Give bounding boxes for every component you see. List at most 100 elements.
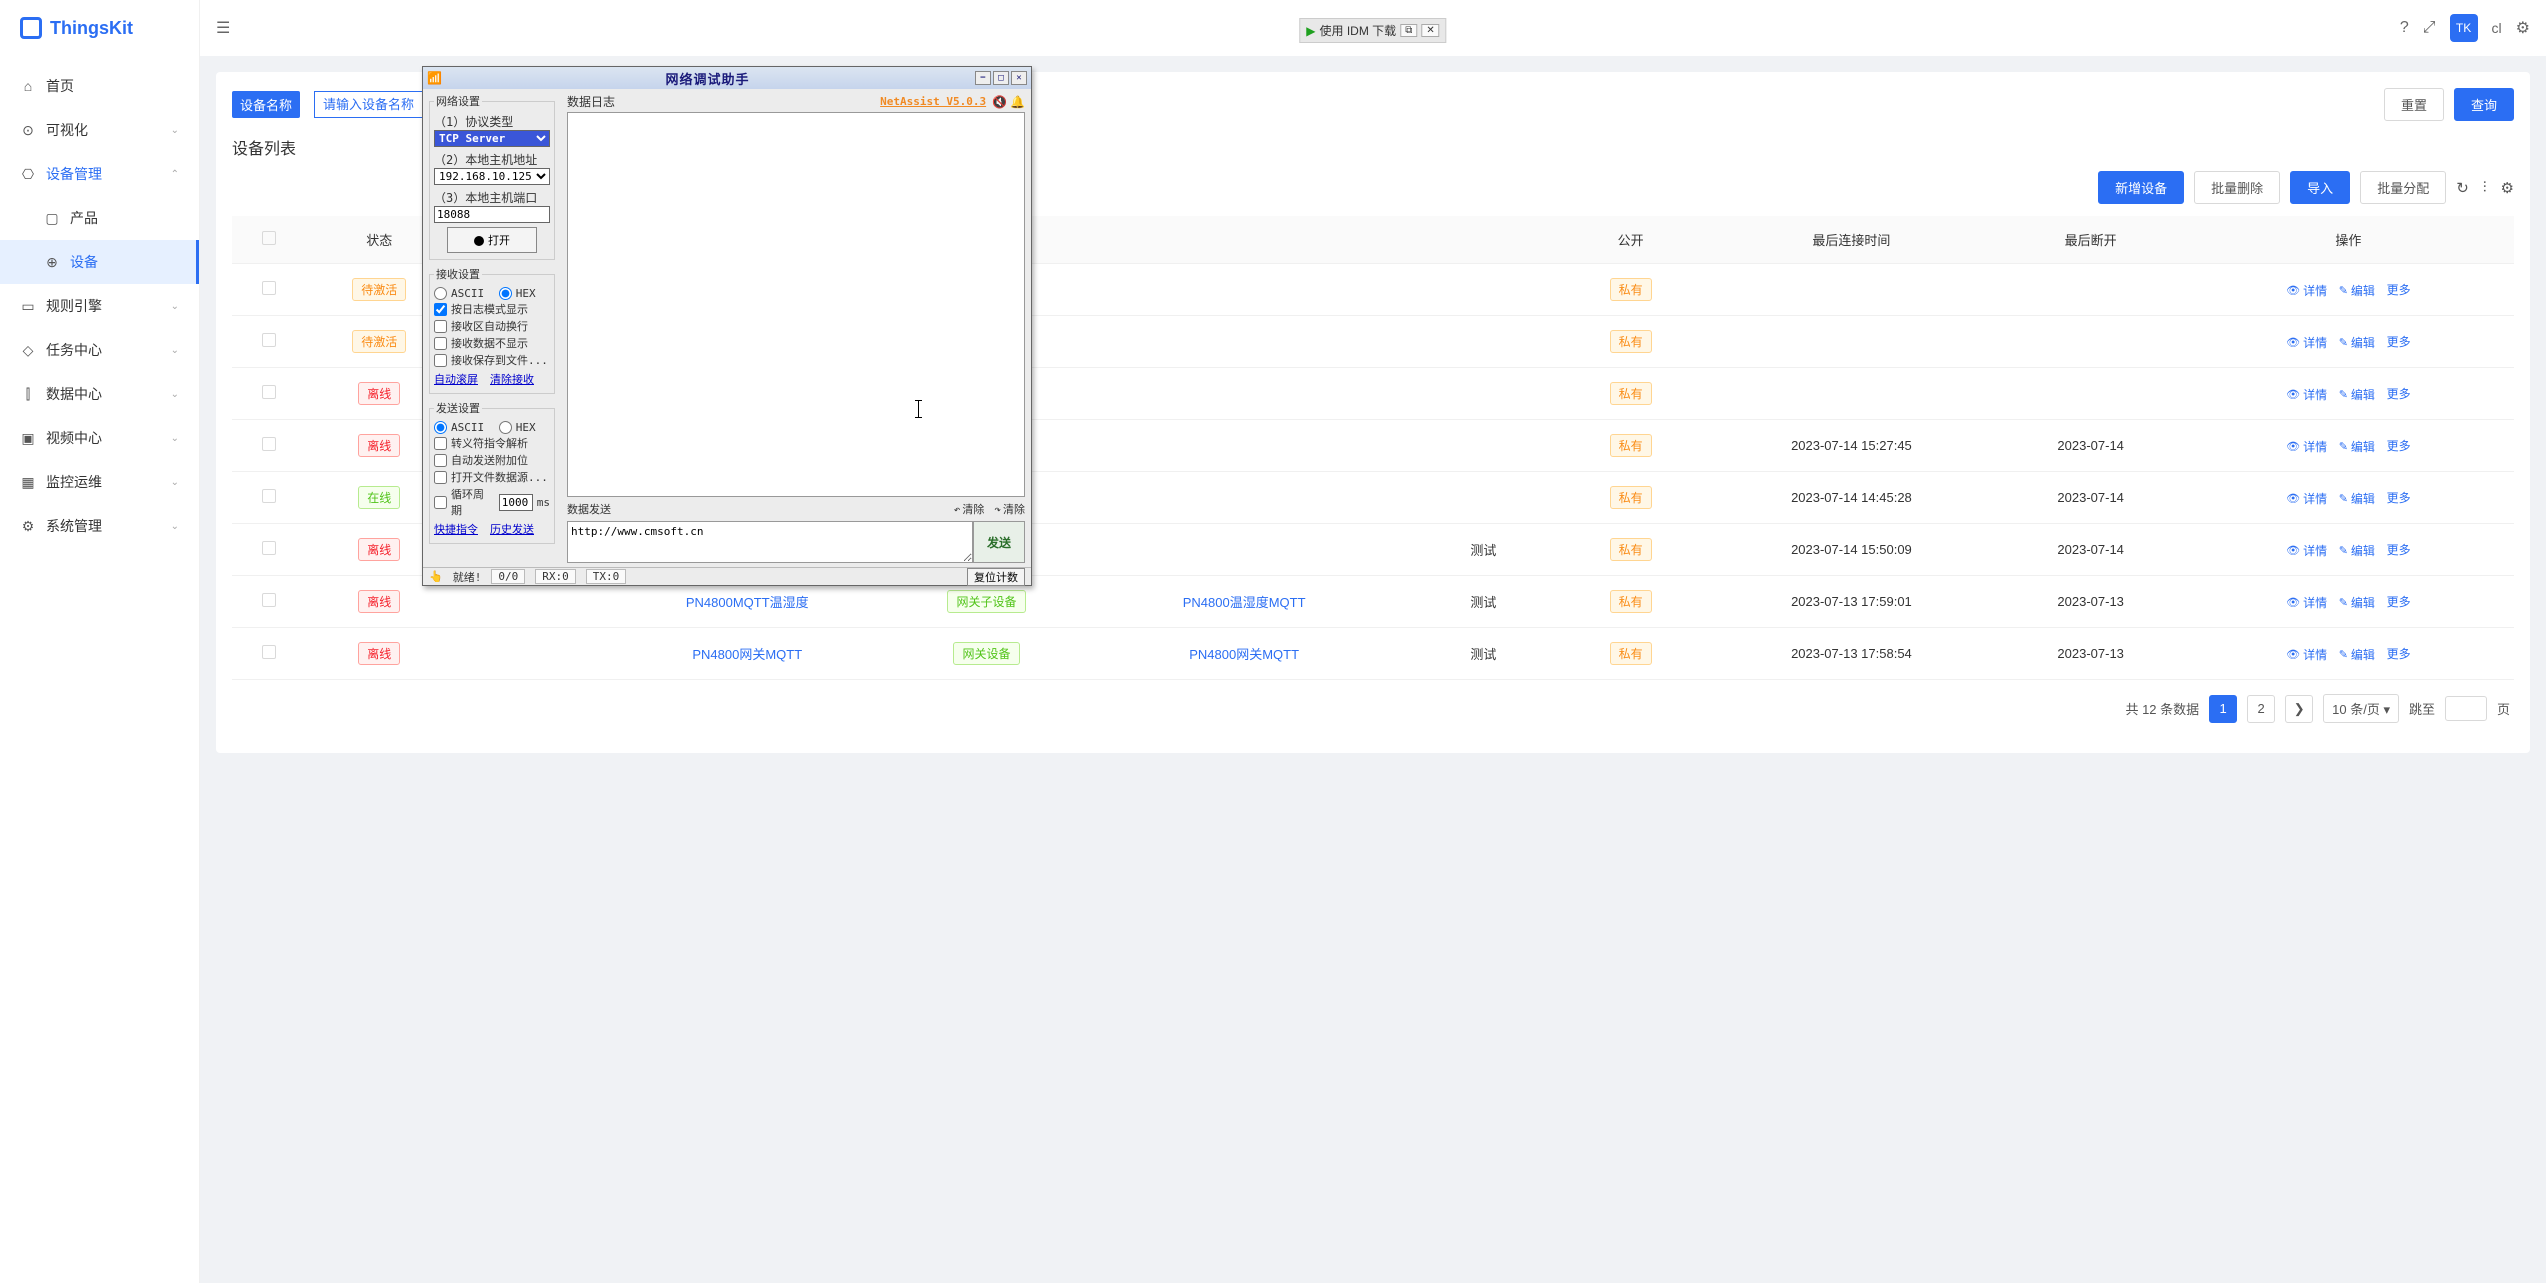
autoscroll-link[interactable]: 自动滚屏 bbox=[434, 371, 478, 387]
send-clear-right[interactable]: ↷ 清除 bbox=[994, 501, 1025, 517]
pager-next[interactable]: ❯ bbox=[2285, 695, 2313, 723]
recv-autowrap-checkbox[interactable] bbox=[434, 320, 447, 333]
edit-button[interactable]: ✎编辑 bbox=[2339, 282, 2375, 299]
product-link[interactable]: PN4800温湿度MQTT bbox=[1079, 576, 1410, 628]
device-name-link[interactable]: PN4800网关MQTT bbox=[600, 628, 894, 680]
detail-button[interactable]: 👁详情 bbox=[2286, 438, 2327, 455]
select-all-checkbox[interactable] bbox=[262, 231, 276, 245]
edit-button[interactable]: ✎编辑 bbox=[2339, 490, 2375, 507]
row-checkbox[interactable] bbox=[262, 385, 276, 399]
send-clear-left[interactable]: ↶ 清除 bbox=[954, 501, 985, 517]
protocol-select[interactable]: TCP Server bbox=[434, 130, 550, 147]
more-button[interactable]: 更多 bbox=[2387, 385, 2411, 402]
sidebar-item-8[interactable]: ▣ 视频中心 ⌄ bbox=[0, 416, 199, 460]
idm-label[interactable]: 使用 IDM 下载 bbox=[1320, 22, 1397, 39]
product-link[interactable]: PN4800网关MQTT bbox=[1079, 628, 1410, 680]
detail-button[interactable]: 👁详情 bbox=[2286, 334, 2327, 351]
edit-button[interactable]: ✎编辑 bbox=[2339, 594, 2375, 611]
import-button[interactable]: 导入 bbox=[2290, 171, 2350, 204]
product-link[interactable] bbox=[1079, 524, 1410, 576]
pager-page-1[interactable]: 1 bbox=[2209, 695, 2237, 723]
detail-button[interactable]: 👁详情 bbox=[2286, 386, 2327, 403]
detail-button[interactable]: 👁详情 bbox=[2286, 490, 2327, 507]
more-button[interactable]: 更多 bbox=[2387, 437, 2411, 454]
recv-hex-radio[interactable] bbox=[499, 287, 512, 300]
avatar[interactable]: TK bbox=[2450, 14, 2478, 42]
more-button[interactable]: 更多 bbox=[2387, 489, 2411, 506]
pager-size-select[interactable]: 10 条/页 ▾ bbox=[2323, 694, 2399, 723]
send-openfile-checkbox[interactable] bbox=[434, 471, 447, 484]
fullscreen-icon[interactable]: ⤢ bbox=[2423, 19, 2436, 37]
sidebar-item-10[interactable]: ⚙ 系统管理 ⌄ bbox=[0, 504, 199, 548]
reset-counter-button[interactable]: 复位计数 bbox=[967, 568, 1025, 586]
row-checkbox[interactable] bbox=[262, 489, 276, 503]
sidebar-item-6[interactable]: ◇ 任务中心 ⌄ bbox=[0, 328, 199, 372]
sidebar-item-2[interactable]: ⎔ 设备管理 ⌃ bbox=[0, 152, 199, 196]
detail-button[interactable]: 👁详情 bbox=[2286, 646, 2327, 663]
recv-ascii-radio[interactable] bbox=[434, 287, 447, 300]
clear-recv-link[interactable]: 清除接收 bbox=[490, 371, 534, 387]
send-loop-interval-input[interactable] bbox=[499, 494, 533, 511]
refresh-icon[interactable]: ↻ bbox=[2456, 179, 2469, 197]
density-icon[interactable]: ⫶ bbox=[2483, 179, 2487, 197]
idm-minimize-icon[interactable]: ⧉ bbox=[1400, 24, 1417, 37]
row-checkbox[interactable] bbox=[262, 541, 276, 555]
history-send-link[interactable]: 历史发送 bbox=[490, 521, 534, 537]
sidebar-item-7[interactable]: ⫿ 数据中心 ⌄ bbox=[0, 372, 199, 416]
row-checkbox[interactable] bbox=[262, 593, 276, 607]
add-device-button[interactable]: 新增设备 bbox=[2098, 171, 2184, 204]
bell-icon[interactable]: 🔔 bbox=[1010, 95, 1025, 109]
product-link[interactable] bbox=[1079, 420, 1410, 472]
edit-button[interactable]: ✎编辑 bbox=[2339, 646, 2375, 663]
edit-button[interactable]: ✎编辑 bbox=[2339, 386, 2375, 403]
mute-icon[interactable]: 🔇 bbox=[992, 95, 1007, 109]
row-checkbox[interactable] bbox=[262, 645, 276, 659]
batch-assign-button[interactable]: 批量分配 bbox=[2360, 171, 2446, 204]
recv-savefile-checkbox[interactable] bbox=[434, 354, 447, 367]
menu-toggle-icon[interactable]: ☰ bbox=[216, 18, 230, 38]
settings-icon[interactable]: ⚙ bbox=[2516, 18, 2530, 38]
shortcut-link[interactable]: 快捷指令 bbox=[434, 521, 478, 537]
product-link[interactable] bbox=[1079, 316, 1410, 368]
recv-hide-checkbox[interactable] bbox=[434, 337, 447, 350]
help-icon[interactable]: ? bbox=[2400, 19, 2409, 37]
detail-button[interactable]: 👁详情 bbox=[2286, 542, 2327, 559]
more-button[interactable]: 更多 bbox=[2387, 593, 2411, 610]
row-checkbox[interactable] bbox=[262, 281, 276, 295]
send-escape-checkbox[interactable] bbox=[434, 437, 447, 450]
product-link[interactable] bbox=[1079, 368, 1410, 420]
host-select[interactable]: 192.168.10.125 bbox=[434, 168, 550, 185]
recv-log-mode-checkbox[interactable] bbox=[434, 303, 447, 316]
send-hex-radio[interactable] bbox=[499, 421, 512, 434]
send-textarea[interactable]: http://www.cmsoft.cn bbox=[567, 521, 973, 563]
sidebar-item-0[interactable]: ⌂ 首页 bbox=[0, 64, 199, 108]
edit-button[interactable]: ✎编辑 bbox=[2339, 542, 2375, 559]
edit-button[interactable]: ✎编辑 bbox=[2339, 334, 2375, 351]
detail-button[interactable]: 👁详情 bbox=[2286, 594, 2327, 611]
send-auto-append-checkbox[interactable] bbox=[434, 454, 447, 467]
product-link[interactable] bbox=[1079, 264, 1410, 316]
edit-button[interactable]: ✎编辑 bbox=[2339, 438, 2375, 455]
batch-delete-button[interactable]: 批量删除 bbox=[2194, 171, 2280, 204]
pager-jump-input[interactable] bbox=[2445, 696, 2487, 721]
play-icon[interactable]: ▶ bbox=[1306, 24, 1315, 38]
sidebar-item-5[interactable]: ▭ 规则引擎 ⌄ bbox=[0, 284, 199, 328]
data-log-area[interactable] bbox=[567, 112, 1025, 497]
sidebar-item-9[interactable]: ▦ 监控运维 ⌄ bbox=[0, 460, 199, 504]
row-checkbox[interactable] bbox=[262, 437, 276, 451]
send-ascii-radio[interactable] bbox=[434, 421, 447, 434]
sidebar-item-3[interactable]: ▢ 产品 bbox=[0, 196, 199, 240]
row-checkbox[interactable] bbox=[262, 333, 276, 347]
minimize-icon[interactable]: − bbox=[975, 71, 991, 85]
more-button[interactable]: 更多 bbox=[2387, 333, 2411, 350]
sidebar-item-4[interactable]: ⊕ 设备 bbox=[0, 240, 199, 284]
product-link[interactable] bbox=[1079, 472, 1410, 524]
close-icon[interactable]: ✕ bbox=[1011, 71, 1027, 85]
send-loop-checkbox[interactable] bbox=[434, 496, 447, 509]
port-input[interactable] bbox=[434, 206, 550, 223]
netassist-brand[interactable]: NetAssist V5.0.3 bbox=[880, 95, 986, 108]
pager-page-2[interactable]: 2 bbox=[2247, 695, 2275, 723]
more-button[interactable]: 更多 bbox=[2387, 541, 2411, 558]
sidebar-item-1[interactable]: ⊙ 可视化 ⌄ bbox=[0, 108, 199, 152]
more-button[interactable]: 更多 bbox=[2387, 281, 2411, 298]
